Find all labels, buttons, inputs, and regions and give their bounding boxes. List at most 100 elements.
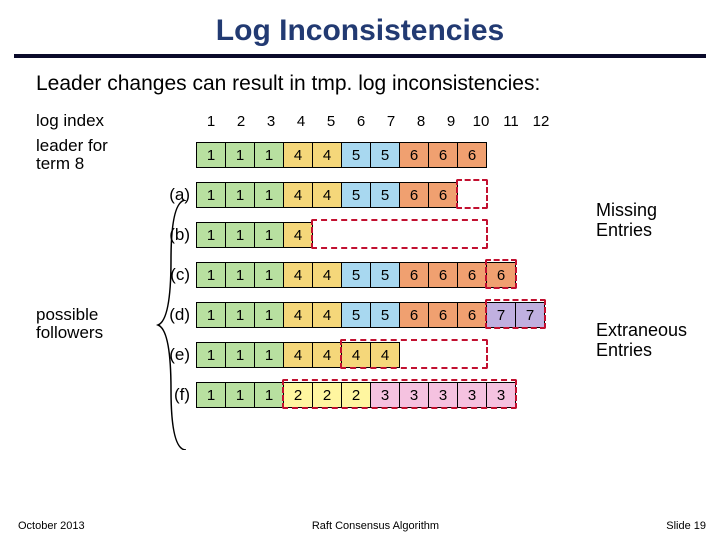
follower-cell-3: 1: [254, 222, 284, 248]
leader-label: leader for term 8: [36, 137, 166, 173]
follower-cell-3: 1: [254, 302, 284, 328]
index-3: 3: [256, 113, 286, 130]
follower-cells: 11122233333: [196, 382, 516, 408]
follower-cell-4: 4: [283, 222, 313, 248]
follower-cell-7: 5: [370, 262, 400, 288]
leader-cell-2: 1: [225, 142, 255, 168]
leader-cell-10: 6: [457, 142, 487, 168]
leader-cells: 1114455666: [196, 142, 487, 168]
row-tag: (c): [166, 265, 196, 285]
follower-cell-10: 3: [457, 382, 487, 408]
follower-row-a: (a)111445566: [36, 180, 684, 210]
footer-slide-number: Slide 19: [666, 520, 706, 532]
row-tag: (f): [166, 385, 196, 405]
follower-cell-4: 4: [283, 342, 313, 368]
follower-cell-2: 1: [225, 262, 255, 288]
follower-cell-10: 6: [457, 302, 487, 328]
subtitle: Leader changes can result in tmp. log in…: [0, 58, 720, 106]
leader-cell-4: 4: [283, 142, 313, 168]
follower-cell-8: 6: [399, 262, 429, 288]
follower-cells: 1114: [196, 222, 313, 248]
follower-cell-9: 6: [428, 302, 458, 328]
footer-date: October 2013: [18, 520, 85, 532]
log-index-label: log index: [36, 112, 166, 130]
follower-cell-9: 6: [428, 182, 458, 208]
index-7: 7: [376, 113, 406, 130]
follower-cell-9: 3: [428, 382, 458, 408]
follower-cell-2: 1: [225, 382, 255, 408]
index-2: 2: [226, 113, 256, 130]
possible-followers-label: possible followers: [36, 306, 166, 342]
leader-cell-9: 6: [428, 142, 458, 168]
leader-cell-3: 1: [254, 142, 284, 168]
follower-cell-3: 1: [254, 182, 284, 208]
follower-row-f: (f)11122233333: [36, 380, 684, 410]
follower-cell-5: 4: [312, 302, 342, 328]
log-diagram: log index 123456789101112 leader for ter…: [36, 106, 684, 410]
footer-center: Raft Consensus Algorithm: [312, 520, 439, 532]
index-9: 9: [436, 113, 466, 130]
index-11: 11: [496, 113, 526, 130]
follower-cell-10: 6: [457, 262, 487, 288]
index-cells: 123456789101112: [196, 113, 556, 130]
follower-row-b: (b)1114: [36, 220, 684, 250]
follower-cell-1: 1: [196, 222, 226, 248]
follower-cell-1: 1: [196, 382, 226, 408]
index-10: 10: [466, 113, 496, 130]
follower-cell-5: 4: [312, 342, 342, 368]
follower-cell-4: 4: [283, 262, 313, 288]
follower-cell-4: 4: [283, 302, 313, 328]
index-6: 6: [346, 113, 376, 130]
follower-cell-5: 2: [312, 382, 342, 408]
index-12: 12: [526, 113, 556, 130]
row-tag: (b): [166, 225, 196, 245]
follower-cell-11: 7: [486, 302, 516, 328]
row-tag: (d): [166, 305, 196, 325]
follower-cell-3: 1: [254, 382, 284, 408]
follower-cell-4: 2: [283, 382, 313, 408]
follower-cells: 11144556666: [196, 262, 516, 288]
follower-cell-2: 1: [225, 302, 255, 328]
leader-cell-6: 5: [341, 142, 371, 168]
follower-cell-1: 1: [196, 342, 226, 368]
follower-cell-3: 1: [254, 342, 284, 368]
missing-entries-label: Missing Entries: [596, 201, 657, 241]
follower-cell-9: 6: [428, 262, 458, 288]
index-8: 8: [406, 113, 436, 130]
follower-cell-6: 5: [341, 262, 371, 288]
slide-title: Log Inconsistencies: [0, 0, 720, 48]
follower-cell-11: 3: [486, 382, 516, 408]
follower-cell-7: 3: [370, 382, 400, 408]
leader-cell-1: 1: [196, 142, 226, 168]
follower-cell-4: 4: [283, 182, 313, 208]
leader-cell-7: 5: [370, 142, 400, 168]
follower-cell-2: 1: [225, 342, 255, 368]
follower-cell-5: 4: [312, 182, 342, 208]
follower-cell-8: 3: [399, 382, 429, 408]
follower-cell-8: 6: [399, 182, 429, 208]
follower-row-c: (c)11144556666: [36, 260, 684, 290]
row-tag: (a): [166, 185, 196, 205]
index-4: 4: [286, 113, 316, 130]
dash-box: [311, 219, 488, 249]
follower-cell-6: 4: [341, 342, 371, 368]
dash-box: [456, 179, 488, 209]
follower-cell-11: 6: [486, 262, 516, 288]
leader-row: leader for term 8 1114455666: [36, 140, 684, 170]
index-1: 1: [196, 113, 226, 130]
follower-cell-2: 1: [225, 182, 255, 208]
follower-cell-6: 5: [341, 182, 371, 208]
follower-cell-3: 1: [254, 262, 284, 288]
leader-cell-8: 6: [399, 142, 429, 168]
follower-cells: 1114444: [196, 342, 400, 368]
extraneous-entries-label: Extraneous Entries: [596, 321, 687, 361]
index-5: 5: [316, 113, 346, 130]
follower-cell-1: 1: [196, 302, 226, 328]
follower-cell-7: 5: [370, 302, 400, 328]
slide-footer: October 2013 Raft Consensus Algorithm Sl…: [18, 520, 706, 532]
leader-cell-5: 4: [312, 142, 342, 168]
follower-cell-2: 1: [225, 222, 255, 248]
follower-cell-7: 4: [370, 342, 400, 368]
follower-cell-7: 5: [370, 182, 400, 208]
follower-row-e: (e)1114444: [36, 340, 684, 370]
